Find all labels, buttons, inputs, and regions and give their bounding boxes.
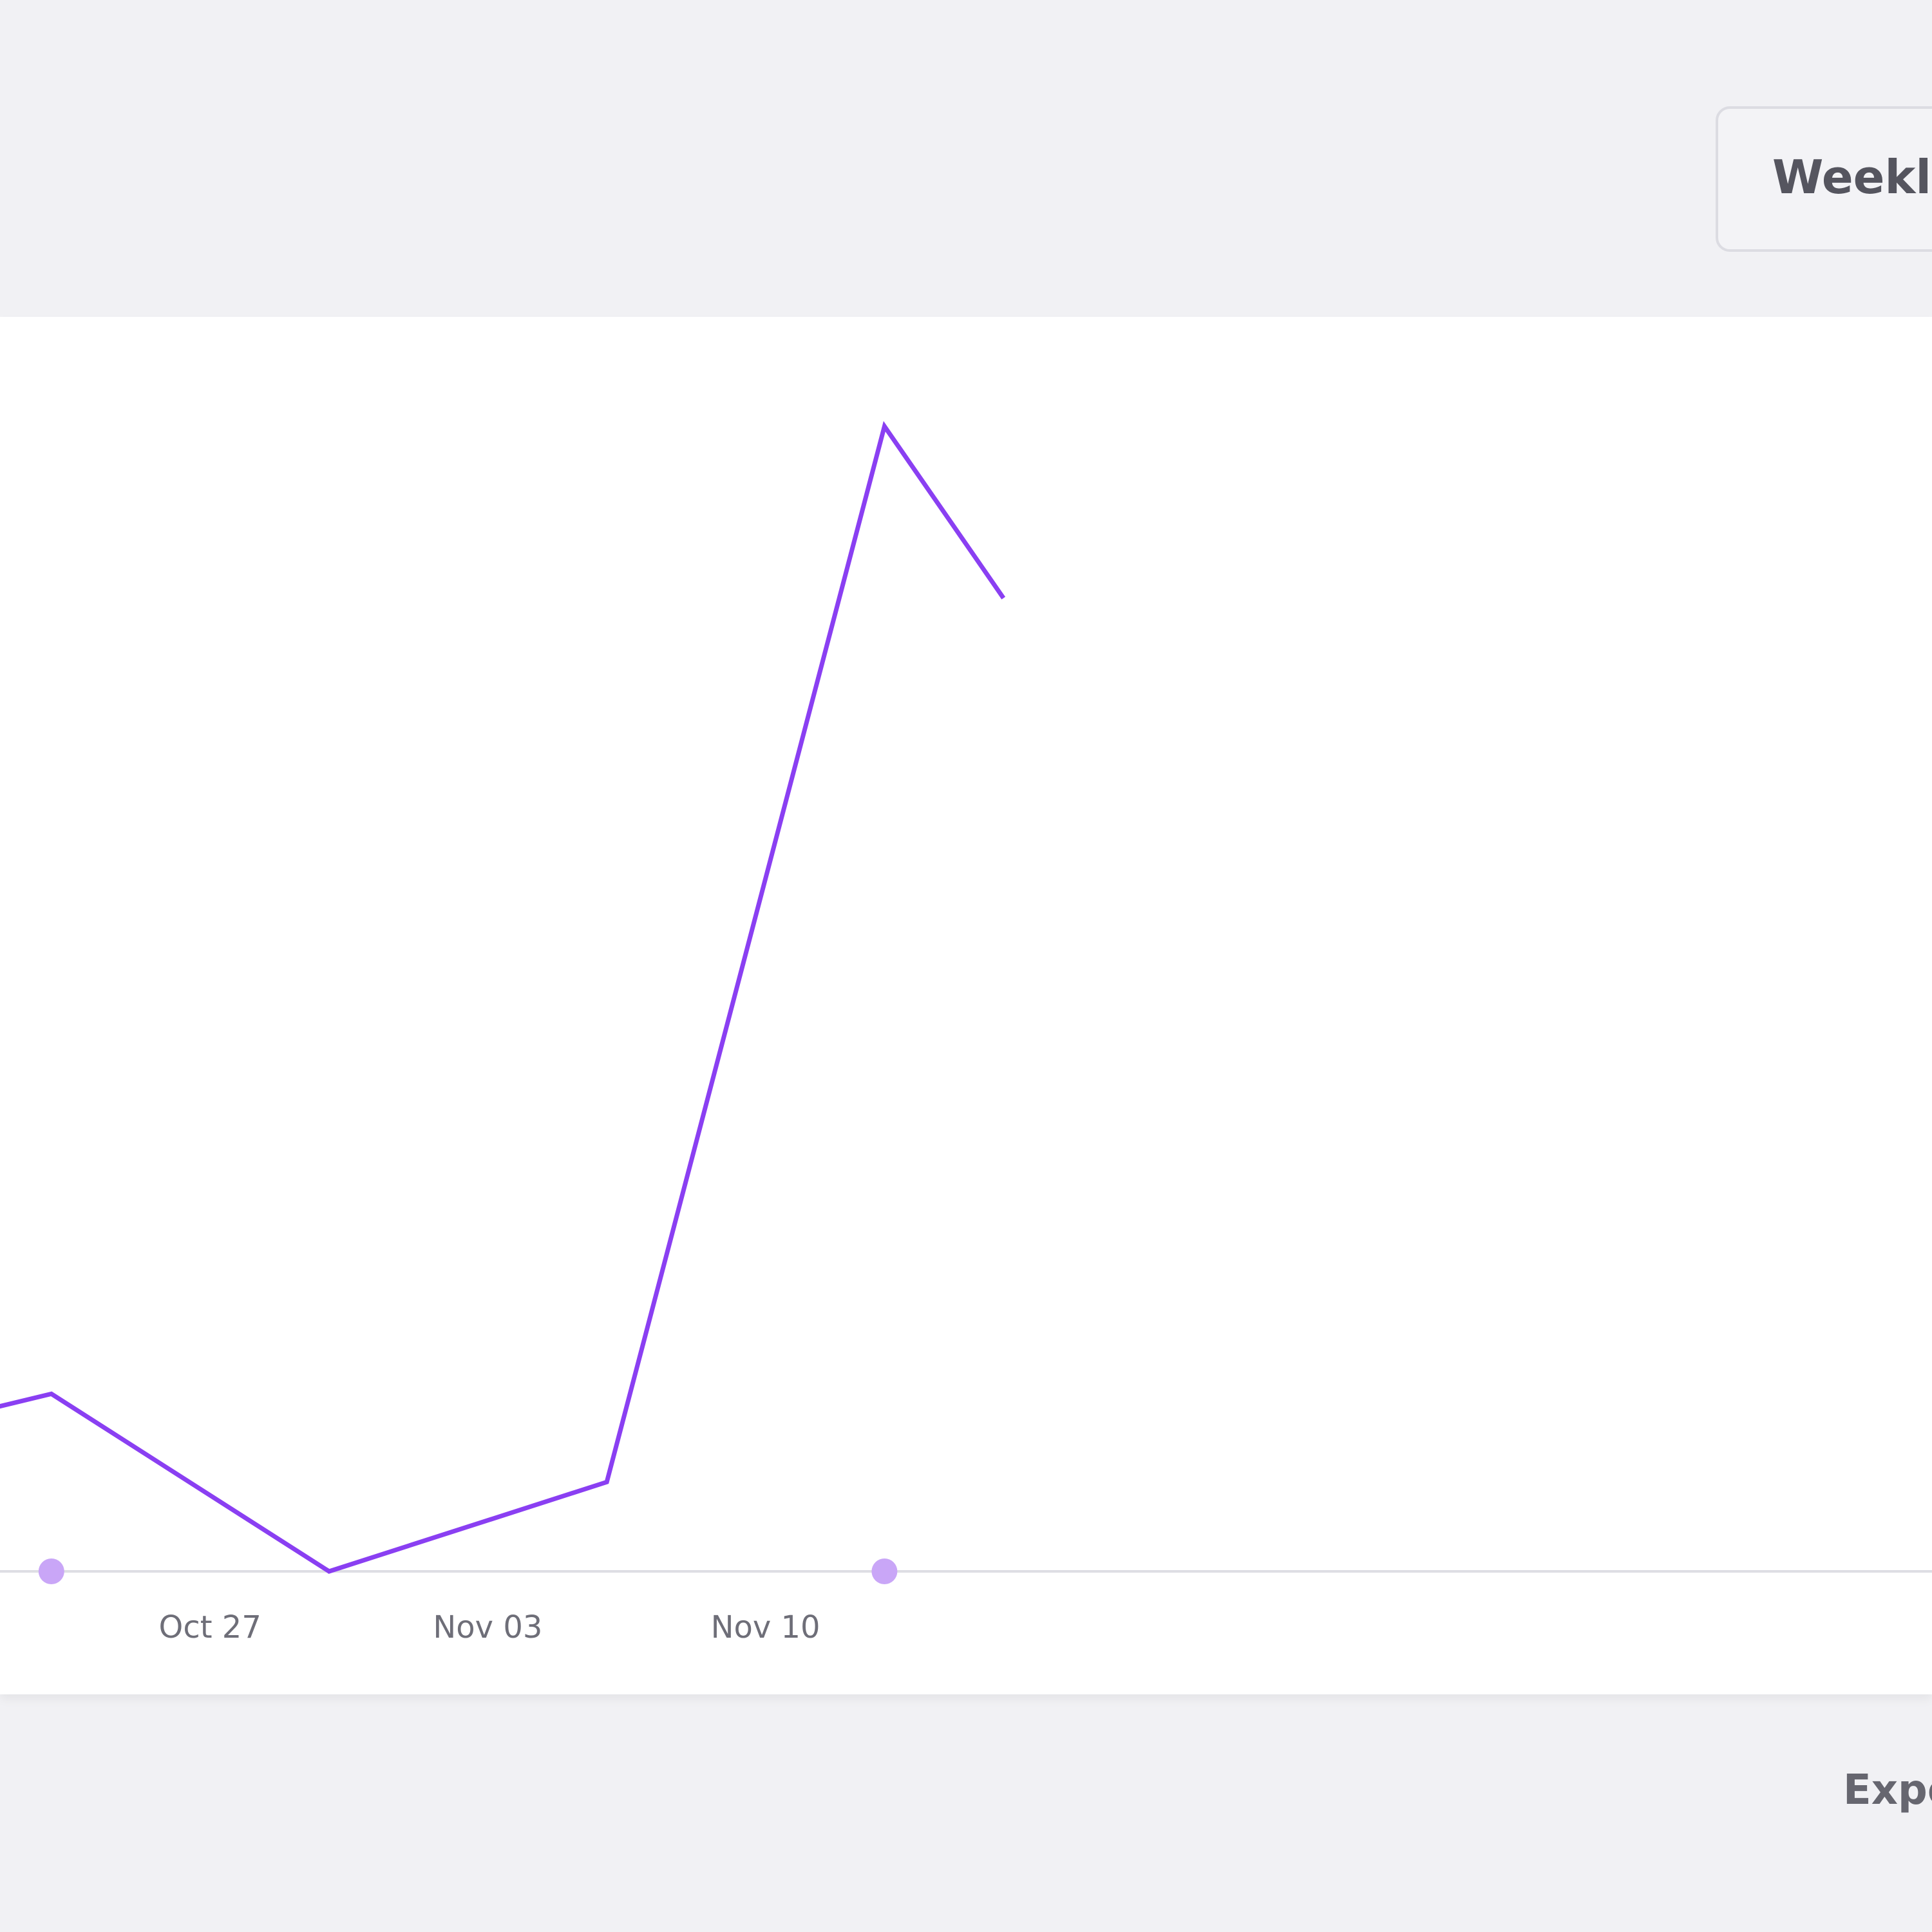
period-select-value: Weekly (1772, 150, 1932, 204)
baseline-marker (38, 1558, 64, 1584)
x-tick-label: Nov 03 (433, 1609, 542, 1645)
baseline-marker (871, 1558, 898, 1584)
page: Weekly Oct 27 Nov 03 Nov 10 Expo (0, 0, 1932, 1932)
line-chart: Oct 27 Nov 03 Nov 10 (0, 421, 1932, 1645)
series-line (0, 421, 1006, 1574)
x-tick-label: Oct 27 (159, 1609, 261, 1645)
x-tick-label: Nov 10 (711, 1609, 820, 1645)
x-axis-ticks: Oct 27 Nov 03 Nov 10 (159, 1609, 820, 1645)
chart-card: Oct 27 Nov 03 Nov 10 (0, 317, 1932, 1694)
period-select[interactable]: Weekly (1716, 106, 1932, 252)
export-button[interactable]: Expo (1843, 1766, 1932, 1815)
